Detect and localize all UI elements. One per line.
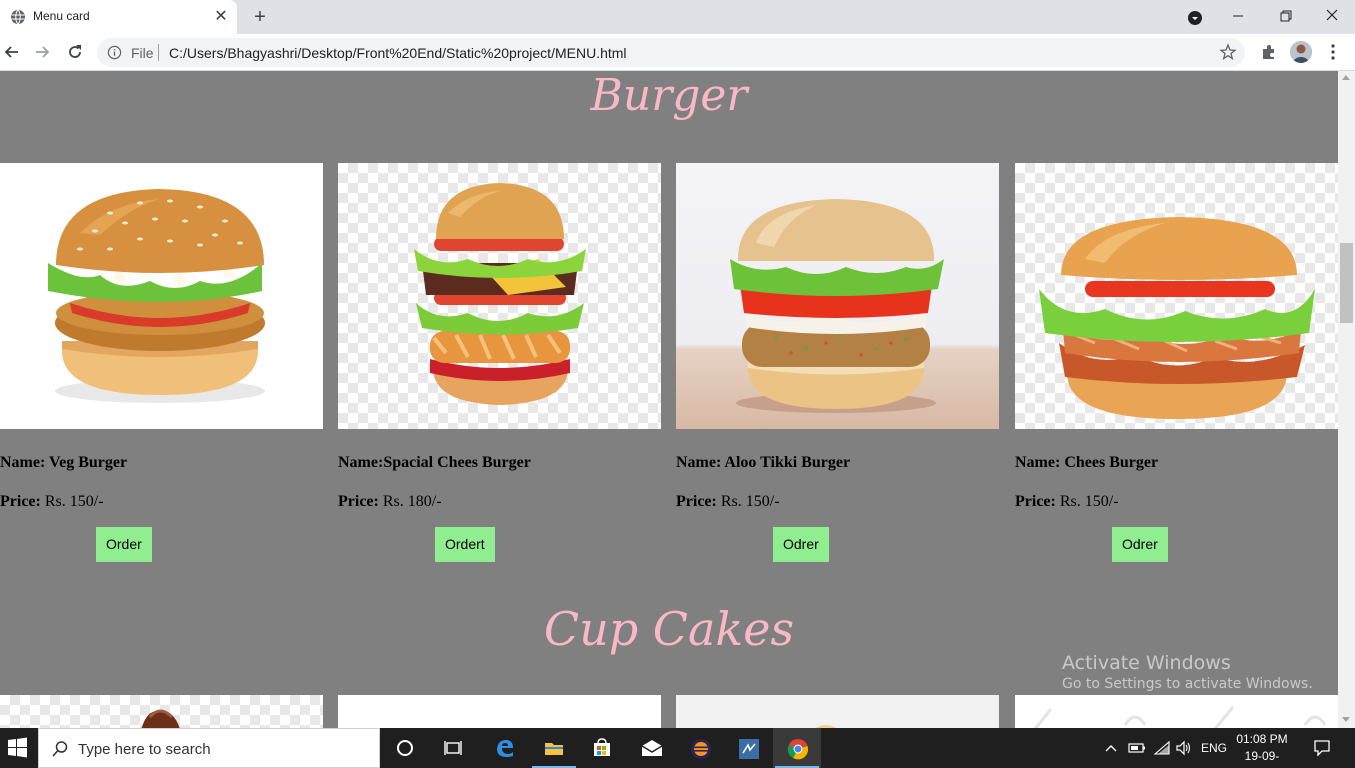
chevron-up-icon[interactable] (1104, 742, 1118, 754)
price-value: Rs. 150/- (40, 493, 104, 510)
globe-icon (11, 9, 25, 25)
chees-burger-image (1015, 163, 1338, 429)
item-name: Name: Aloo Tikki Burger (676, 454, 851, 471)
page-scrollbar[interactable] (1338, 71, 1355, 728)
section-title-burger: Burger (590, 71, 748, 121)
browser-tab[interactable]: Menu card ✕ (0, 0, 237, 34)
price-value: Rs. 150/- (716, 493, 780, 510)
chrome-icon[interactable] (773, 728, 821, 768)
price-label: Price: (338, 493, 379, 510)
scrollbar-thumb[interactable] (1340, 243, 1353, 323)
more-menu-icon[interactable] (1326, 43, 1340, 61)
price-label: Price: (1015, 493, 1056, 510)
price-value: Rs. 180/- (378, 493, 442, 510)
address-bar[interactable]: File C:/Users/Bhagyashri/Desktop/Front%2… (97, 38, 1245, 67)
cupcake-image-4 (1015, 695, 1338, 728)
item-price: Price: Rs. 150/- (0, 493, 104, 511)
order-button[interactable]: Odrer (773, 527, 829, 562)
url-text[interactable]: C:/Users/Bhagyashri/Desktop/Front%20End/… (169, 45, 627, 61)
search-icon (52, 741, 68, 757)
watermark-subtitle: Go to Settings to activate Windows. (1062, 676, 1313, 692)
close-window-icon[interactable] (1324, 6, 1340, 24)
cortana-icon[interactable] (381, 728, 429, 768)
file-explorer-icon[interactable] (530, 728, 578, 768)
activate-windows-watermark: Activate Windows Go to Settings to activ… (1062, 652, 1313, 692)
clock-time: 01:08 PM (1236, 732, 1288, 746)
aloo-tikki-burger-image (676, 163, 999, 429)
item-price: Price: Rs. 150/- (1015, 493, 1119, 511)
mail-icon[interactable] (627, 728, 675, 768)
eclipse-icon[interactable] (676, 728, 724, 768)
bookmark-star-icon[interactable] (1219, 43, 1237, 61)
new-tab-button[interactable]: + (250, 7, 270, 27)
item-price: Price: Rs. 180/- (338, 493, 442, 511)
minimize-icon[interactable] (1230, 8, 1246, 24)
tab-close-icon[interactable]: ✕ (212, 8, 230, 26)
back-arrow-icon[interactable] (2, 42, 22, 62)
microsoft-store-icon[interactable] (578, 728, 626, 768)
visual-studio-icon[interactable] (724, 728, 772, 768)
taskbar-search-box[interactable]: Type here to search (38, 728, 380, 768)
browser-toolbar: File C:/Users/Bhagyashri/Desktop/Front%2… (0, 34, 1355, 71)
language-indicator[interactable]: ENG (1201, 741, 1227, 755)
info-icon[interactable] (107, 45, 122, 60)
restore-icon[interactable] (1278, 8, 1294, 24)
price-label: Price: (676, 493, 717, 510)
browser-tab-strip: Menu card ✕ + (0, 0, 1355, 34)
search-placeholder: Type here to search (78, 741, 211, 758)
wifi-icon[interactable] (1153, 740, 1171, 756)
item-name: Name: Veg Burger (0, 454, 128, 471)
profile-avatar[interactable] (1290, 41, 1312, 63)
scheme-label: File (131, 45, 154, 61)
edge-icon[interactable] (481, 728, 529, 768)
clock-date: 19-09-2021 (1244, 749, 1280, 768)
scroll-down-icon[interactable] (1342, 717, 1350, 722)
windows-start-icon[interactable] (0, 728, 36, 768)
item-name: Name:Spacial Chees Burger (338, 454, 531, 471)
item-name: Name: Chees Burger (1015, 454, 1159, 471)
tab-title: Menu card (33, 9, 90, 23)
tab-search-icon[interactable] (1187, 10, 1203, 26)
notifications-icon[interactable] (1313, 739, 1331, 757)
cupcake-image-3 (676, 695, 999, 728)
scroll-up-icon[interactable] (1342, 75, 1350, 80)
order-button[interactable]: Odrer (1112, 527, 1168, 562)
forward-arrow-icon[interactable] (32, 42, 52, 62)
order-button[interactable]: Order (96, 527, 152, 562)
omnibox-separator (158, 44, 159, 61)
windows-taskbar: Type here to search ENG 01:08 PM 19-09-2… (0, 728, 1355, 768)
cupcake-image-1 (0, 695, 323, 728)
price-value: Rs. 150/- (1055, 493, 1119, 510)
battery-icon[interactable] (1128, 741, 1146, 755)
task-view-icon[interactable] (429, 728, 477, 768)
reload-icon[interactable] (65, 42, 85, 62)
veg-burger-image (0, 163, 323, 429)
volume-icon[interactable] (1175, 740, 1193, 756)
spacial-chees-burger-image (338, 163, 661, 429)
item-price: Price: Rs. 150/- (676, 493, 780, 511)
order-button[interactable]: Ordert (435, 527, 495, 562)
price-label: Price: (0, 493, 41, 510)
cupcake-image-2 (338, 695, 661, 728)
extensions-puzzle-icon[interactable] (1260, 43, 1278, 61)
page-content: Burger Name: Veg Burger Price: Rs. 150/-… (0, 71, 1338, 728)
taskbar-clock[interactable]: 01:08 PM 19-09-2021 (1232, 731, 1292, 768)
watermark-title: Activate Windows (1062, 652, 1231, 674)
